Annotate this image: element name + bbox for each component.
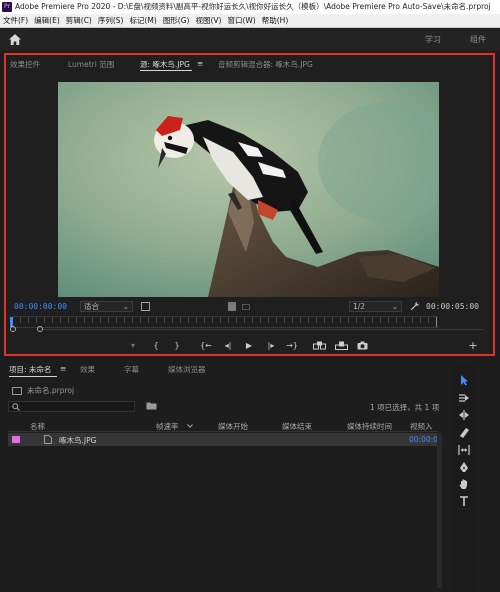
menu-help[interactable]: 帮助(H)	[262, 14, 289, 28]
project-panel-menu-icon[interactable]: ≡	[60, 364, 66, 373]
go-to-out-button[interactable]: →}	[285, 340, 299, 351]
slip-icon[interactable]	[458, 444, 470, 456]
tab-project[interactable]: 项目: 未命名	[9, 364, 51, 375]
wrench-icon[interactable]	[410, 301, 420, 311]
overwrite-icon[interactable]	[335, 341, 348, 350]
out-point-marker	[436, 317, 437, 327]
time-ruler[interactable]	[12, 317, 438, 323]
workspace-bar: 学习 组件	[0, 28, 500, 51]
insert-icon[interactable]	[313, 341, 326, 350]
chevron-down-icon: ⌄	[391, 302, 398, 311]
home-icon[interactable]	[8, 33, 22, 46]
tab-media-browser[interactable]: 媒体浏览器	[168, 364, 206, 375]
tab-effects[interactable]: 效果	[80, 364, 95, 375]
go-to-in-button[interactable]: {←	[199, 340, 213, 351]
drag-audio-icon[interactable]	[242, 304, 250, 310]
search-icon	[12, 403, 20, 411]
header-divider	[8, 431, 438, 432]
tools-panel	[452, 366, 476, 592]
tab-source[interactable]: 源: 啄木鸟.JPG	[140, 59, 190, 70]
project-scrollbar[interactable]	[437, 433, 442, 588]
window-title: Adobe Premiere Pro 2020 - D:\E盘\视频资料\副高平…	[15, 2, 491, 11]
step-back-button[interactable]: ◂|	[221, 340, 235, 351]
video-preview[interactable]	[58, 82, 439, 297]
track-select-forward-icon[interactable]	[458, 392, 470, 404]
image-file-icon	[44, 435, 52, 444]
play-button[interactable]: ▶	[242, 340, 256, 351]
selection-tool-icon[interactable]	[458, 374, 470, 386]
ripple-edit-icon[interactable]	[458, 409, 470, 421]
menu-view[interactable]: 视图(V)	[195, 14, 221, 28]
workspace-tab-learning[interactable]: 学习	[425, 34, 441, 45]
tab-audio-clip-mixer[interactable]: 音频剪辑混合器: 啄木鸟.JPG	[218, 59, 313, 70]
project-file-name: 未命名.prproj	[27, 386, 75, 395]
drag-video-icon[interactable]	[228, 302, 236, 311]
menu-window[interactable]: 窗口(W)	[227, 14, 255, 28]
tab-captions[interactable]: 字幕	[124, 364, 139, 375]
playback-resolution-dropdown[interactable]: 1/2 ⌄	[349, 301, 402, 312]
menu-file[interactable]: 文件(F)	[3, 14, 28, 28]
button-editor-add-icon[interactable]: +	[466, 340, 480, 351]
source-monitor-panel: 效果控件 Lumetri 范围 源: 啄木鸟.JPG ≡ 音频剪辑混合器: 啄木…	[4, 53, 495, 356]
tab-effect-controls[interactable]: 效果控件	[10, 59, 40, 70]
project-search-input[interactable]	[8, 401, 135, 412]
table-row[interactable]: 啄木鸟.JPG 00:00:00	[8, 433, 443, 446]
menu-clip[interactable]: 剪辑(C)	[66, 14, 92, 28]
woodpecker-image	[58, 82, 439, 297]
hand-icon[interactable]	[458, 478, 470, 490]
menu-bar: 文件(F) 编辑(E) 剪辑(C) 序列(S) 标记(M) 图形(G) 视图(V) 窗口(W)…	[0, 14, 500, 28]
zoom-scrollbar[interactable]	[43, 329, 483, 330]
menu-edit[interactable]: 编辑(E)	[34, 14, 60, 28]
duration-timecode: 00:00:05:00	[426, 302, 479, 311]
project-file-icon	[12, 387, 22, 395]
tab-lumetri-scopes[interactable]: Lumetri 范围	[68, 59, 114, 70]
zoom-fit-dropdown[interactable]: 适合 ⌄	[80, 301, 133, 312]
mark-in-button[interactable]: {	[149, 340, 163, 351]
pen-icon[interactable]	[458, 461, 470, 473]
zoom-handle-left[interactable]	[10, 326, 16, 332]
source-panel-tabs: 效果控件 Lumetri 范围 源: 啄木鸟.JPG ≡ 音频剪辑混合器: 啄木…	[6, 55, 493, 73]
workspace-tab-assembly[interactable]: 组件	[470, 34, 486, 45]
camera-icon[interactable]	[357, 341, 368, 350]
item-name: 啄木鸟.JPG	[59, 436, 97, 445]
premiere-logo-icon: Pr	[2, 2, 12, 12]
project-tab-indicator	[9, 376, 57, 377]
sort-chevron-icon[interactable]	[187, 424, 193, 428]
new-bin-icon[interactable]	[146, 401, 157, 410]
type-tool-icon[interactable]	[458, 495, 470, 507]
razor-icon[interactable]	[458, 427, 470, 439]
mark-out-button[interactable]: }	[170, 340, 184, 351]
menu-graphics[interactable]: 图形(G)	[163, 14, 190, 28]
selection-status: 1 项已选择，共 1 项	[370, 403, 440, 412]
menu-sequence[interactable]: 序列(S)	[98, 14, 124, 28]
zoom-fit-label: 适合	[84, 302, 99, 311]
menu-markers[interactable]: 标记(M)	[129, 14, 156, 28]
window-title-bar: Pr Adobe Premiere Pro 2020 - D:\E盘\视频资料\副…	[0, 0, 500, 14]
label-color-swatch[interactable]	[12, 436, 20, 443]
add-marker-button[interactable]: ▾	[126, 340, 140, 351]
panel-menu-icon[interactable]: ≡	[197, 59, 203, 68]
ruler-bottom-line	[12, 327, 438, 328]
active-tab-indicator	[140, 70, 192, 71]
step-forward-button[interactable]: |▸	[264, 340, 278, 351]
current-timecode[interactable]: 00:00:00:00	[14, 302, 67, 311]
playback-resolution-label: 1/2	[353, 302, 366, 311]
safe-margins-icon[interactable]	[141, 302, 150, 311]
chevron-down-icon: ⌄	[122, 302, 129, 311]
